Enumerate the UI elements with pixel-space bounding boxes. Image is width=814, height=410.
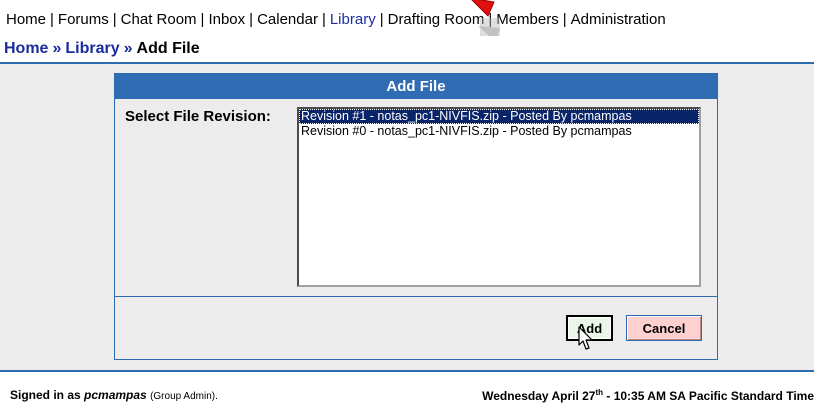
nav-chat-room[interactable]: Chat Room bbox=[121, 11, 197, 28]
user-role: (Group Admin). bbox=[150, 391, 218, 402]
nav-separator: | bbox=[112, 11, 117, 28]
nav-separator: | bbox=[562, 11, 567, 28]
content-area: Add File Select File Revision: Revision … bbox=[0, 64, 814, 370]
nav-inbox[interactable]: Inbox bbox=[208, 11, 245, 28]
breadcrumb-library[interactable]: Library bbox=[65, 40, 119, 57]
nav-separator: | bbox=[379, 11, 384, 28]
select-revision-label: Select File Revision: bbox=[125, 108, 271, 125]
nav-separator: | bbox=[321, 11, 326, 28]
time-zone: - 10:35 AM SA Pacific Standard Time bbox=[606, 389, 814, 403]
nav-home[interactable]: Home bbox=[6, 11, 46, 28]
date-day: Wednesday April 27 bbox=[482, 389, 596, 403]
nav-links: Home | Forums | Chat Room | Inbox | Calendar | Lib… bbox=[6, 11, 666, 28]
revision-option-1[interactable]: Revision #1 - notas_pc1-NIVFIS.zip - Pos… bbox=[299, 109, 699, 124]
nav-library[interactable]: Library bbox=[330, 11, 376, 28]
breadcrumb: Home» Library» Add File bbox=[0, 36, 814, 64]
nav-separator: | bbox=[200, 11, 205, 28]
date-suffix: th bbox=[595, 388, 604, 397]
signed-in-user: pcmampas bbox=[84, 388, 147, 402]
nav-administration[interactable]: Administration bbox=[571, 11, 666, 28]
pointer-cursor-icon bbox=[578, 326, 593, 350]
date-time: Wednesday April 27th - 10:35 AM SA Pacif… bbox=[482, 388, 814, 403]
cancel-button[interactable]: Cancel bbox=[626, 315, 702, 341]
breadcrumb-current: Add File bbox=[136, 40, 200, 57]
nav-separator: | bbox=[249, 11, 254, 28]
nav-separator: | bbox=[50, 11, 54, 28]
nav-calendar[interactable]: Calendar bbox=[257, 11, 318, 28]
breadcrumb-separator: » bbox=[123, 40, 133, 57]
add-file-panel: Add File Select File Revision: Revision … bbox=[114, 73, 718, 360]
revision-option-0[interactable]: Revision #0 - notas_pc1-NIVFIS.zip - Pos… bbox=[299, 124, 699, 139]
breadcrumb-home[interactable]: Home bbox=[4, 40, 48, 57]
top-navigation: Home | Forums | Chat Room | Inbox | Calendar | Lib… bbox=[0, 0, 814, 42]
signed-in-prefix: Signed in as bbox=[10, 388, 81, 402]
revision-listbox[interactable]: Revision #1 - notas_pc1-NIVFIS.zip - Pos… bbox=[297, 107, 701, 287]
panel-divider bbox=[115, 296, 717, 297]
footer: Signed in as pcmampas (Group Admin). Wed… bbox=[0, 370, 814, 410]
breadcrumb-separator: » bbox=[52, 40, 62, 57]
panel-title: Add File bbox=[115, 74, 717, 99]
signed-in-status: Signed in as pcmampas (Group Admin). bbox=[10, 388, 218, 402]
nav-forums[interactable]: Forums bbox=[58, 11, 109, 28]
